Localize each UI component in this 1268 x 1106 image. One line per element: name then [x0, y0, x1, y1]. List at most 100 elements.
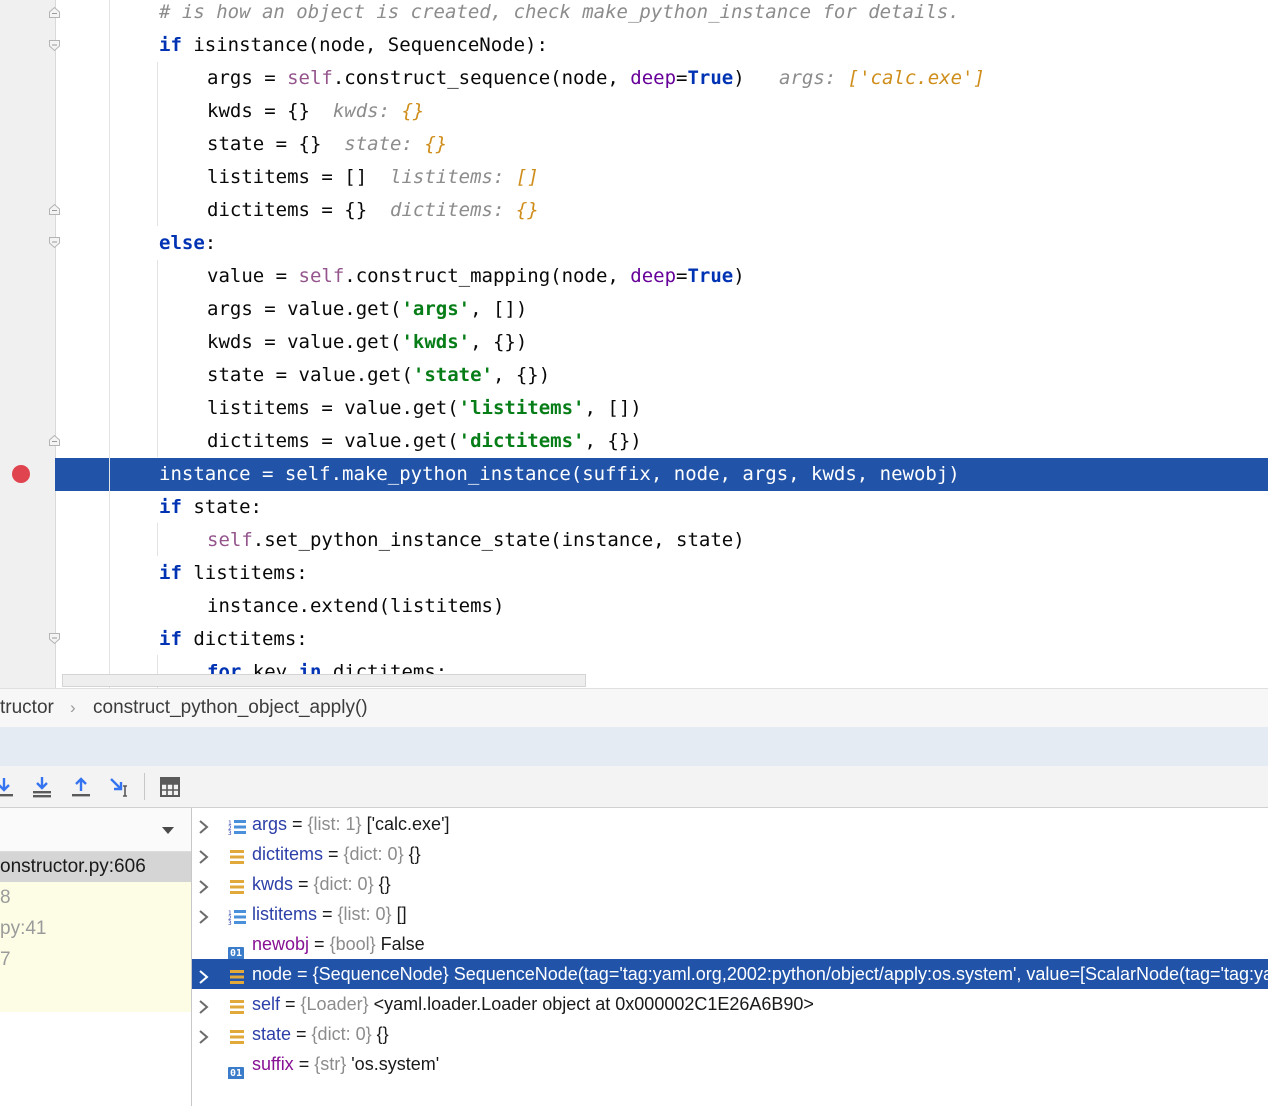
- code-line[interactable]: dictitems = {} dictitems: {}: [207, 194, 539, 227]
- variable-row-state[interactable]: state = {dict: 0} {}: [192, 1019, 1268, 1049]
- chevron-right-icon[interactable]: [196, 1025, 212, 1044]
- code-line[interactable]: kwds = value.get('kwds', {}): [207, 326, 527, 359]
- code-token: 'args': [401, 298, 471, 320]
- fold-end-icon[interactable]: [48, 203, 61, 216]
- code-line[interactable]: self.set_python_instance_state(instance,…: [207, 524, 745, 557]
- code-line[interactable]: args = value.get('args', []): [207, 293, 527, 326]
- step-out-icon[interactable]: [69, 775, 93, 799]
- code-token: listitems = []: [207, 166, 368, 188]
- code-line[interactable]: instance.extend(listitems): [207, 590, 504, 623]
- chevron-right-icon[interactable]: [196, 995, 212, 1014]
- code-token: if: [159, 34, 182, 56]
- inline-debug-value: state:: [321, 133, 425, 155]
- code-line[interactable]: dictitems = value.get('dictitems', {}): [207, 425, 642, 458]
- variable-row-args[interactable]: 1 2 3 args = {list: 1} ['calc.exe']: [192, 809, 1268, 839]
- variable-type: {list: 0}: [337, 904, 392, 924]
- list-icon: 123: [228, 905, 246, 927]
- breadcrumb-item-class[interactable]: tructor: [0, 689, 54, 727]
- code-line[interactable]: kwds = {} kwds: {}: [207, 95, 424, 128]
- chevron-right-icon[interactable]: [196, 965, 212, 984]
- code-editor[interactable]: # is how an object is created, check mak…: [0, 0, 1268, 688]
- code-line[interactable]: else:: [159, 227, 216, 260]
- frame-item[interactable]: onstructor.py:606: [0, 852, 191, 882]
- struct-icon: [228, 995, 246, 1014]
- step-over-icon[interactable]: [0, 775, 16, 799]
- variable-name: args: [252, 814, 288, 834]
- evaluate-expression-icon[interactable]: [158, 775, 182, 799]
- list-icon: 123: [228, 815, 246, 837]
- fold-end-icon[interactable]: [48, 434, 61, 447]
- code-token: =: [676, 67, 688, 89]
- primitive-icon: 01: [228, 1067, 244, 1079]
- variable-name: listitems: [252, 904, 318, 924]
- code-token: value =: [207, 265, 299, 287]
- code-line[interactable]: if dictitems:: [159, 623, 308, 656]
- code-line[interactable]: if listitems:: [159, 557, 308, 590]
- variable-name: kwds: [252, 874, 294, 894]
- chevron-down-icon[interactable]: [160, 823, 176, 841]
- horizontal-scrollbar[interactable]: [62, 674, 586, 687]
- frame-item[interactable]: 7: [0, 945, 191, 975]
- struct-icon: [228, 1025, 246, 1044]
- struct-icon: [228, 845, 246, 864]
- variable-name: newobj: [252, 934, 310, 954]
- thread-dropdown[interactable]: [0, 808, 191, 852]
- variable-value: ['calc.exe']: [366, 814, 450, 834]
- frame-item[interactable]: 8: [0, 883, 191, 913]
- breadcrumb: tructor › construct_python_object_apply(…: [0, 688, 1268, 728]
- breadcrumb-item-function[interactable]: construct_python_object_apply(): [93, 689, 368, 727]
- code-token: ): [733, 67, 745, 89]
- code-line[interactable]: args = self.construct_sequence(node, dee…: [207, 62, 985, 95]
- code-line[interactable]: state = {} state: {}: [207, 128, 447, 161]
- variable-row-listitems[interactable]: 1 2 3 listitems = {list: 0} []: [192, 899, 1268, 929]
- fold-start-icon[interactable]: [48, 39, 61, 52]
- code-token: listitems:: [181, 562, 308, 584]
- variable-row-kwds[interactable]: kwds = {dict: 0} {}: [192, 869, 1268, 899]
- variable-row-dictitems[interactable]: dictitems = {dict: 0} {}: [192, 839, 1268, 869]
- fold-start-icon[interactable]: [48, 236, 61, 249]
- frame-item[interactable]: py:41: [0, 914, 191, 944]
- code-token: , []): [470, 298, 528, 320]
- code-token: state = {}: [207, 133, 322, 155]
- chevron-right-icon[interactable]: [196, 875, 212, 894]
- variable-value: {}: [408, 844, 421, 864]
- code-line[interactable]: state = value.get('state', {}): [207, 359, 550, 392]
- code-line[interactable]: if state:: [159, 491, 262, 524]
- variable-row-node[interactable]: node = {SequenceNode} SequenceNode(tag='…: [192, 959, 1268, 989]
- code-token: deep: [630, 67, 677, 89]
- code-line-current[interactable]: instance = self.make_python_instance(suf…: [159, 458, 960, 491]
- variable-row-self[interactable]: self = {Loader} <yaml.loader.Loader obje…: [192, 989, 1268, 1019]
- code-line[interactable]: listitems = [] listitems: []: [207, 161, 539, 194]
- variable-value: {}: [376, 1024, 389, 1044]
- step-into-icon[interactable]: [30, 775, 54, 799]
- variable-type: {dict: 0}: [311, 1024, 372, 1044]
- breakpoint-icon[interactable]: [12, 465, 30, 483]
- code-token: 'kwds': [401, 331, 471, 353]
- run-to-cursor-icon[interactable]: [108, 775, 132, 799]
- variable-row-suffix[interactable]: 01 suffix = {str} 'os.system': [192, 1049, 1268, 1079]
- inline-debug-value: ['calc.exe']: [847, 67, 985, 89]
- code-line[interactable]: # is how an object is created, check mak…: [159, 0, 960, 29]
- fold-start-icon[interactable]: [48, 632, 61, 645]
- variable-row-newobj[interactable]: 01 newobj = {bool} False: [192, 929, 1268, 959]
- debug-toolbar: [0, 766, 1268, 808]
- indent-guide: [157, 523, 158, 556]
- toolbar-separator: [144, 773, 145, 800]
- code-token: dictitems:: [181, 628, 308, 650]
- code-line[interactable]: value = self.construct_mapping(node, dee…: [207, 260, 745, 293]
- editor-gutter[interactable]: [0, 0, 56, 688]
- variable-text: state = {dict: 0} {}: [252, 1019, 389, 1049]
- chevron-right-icon[interactable]: [196, 905, 212, 924]
- inline-debug-value: {}: [424, 133, 448, 155]
- variable-text: kwds = {dict: 0} {}: [252, 869, 391, 899]
- code-token: if: [159, 628, 182, 650]
- code-token: state = value.get(: [207, 364, 413, 386]
- variable-text: dictitems = {dict: 0} {}: [252, 839, 421, 869]
- code-line[interactable]: listitems = value.get('listitems', []): [207, 392, 642, 425]
- equals-sign: =: [293, 874, 314, 894]
- fold-end-icon[interactable]: [48, 6, 61, 19]
- variable-text: node = {SequenceNode} SequenceNode(tag='…: [252, 959, 1268, 989]
- chevron-right-icon[interactable]: [196, 815, 212, 834]
- code-line[interactable]: if isinstance(node, SequenceNode):: [159, 29, 548, 62]
- chevron-right-icon[interactable]: [196, 845, 212, 864]
